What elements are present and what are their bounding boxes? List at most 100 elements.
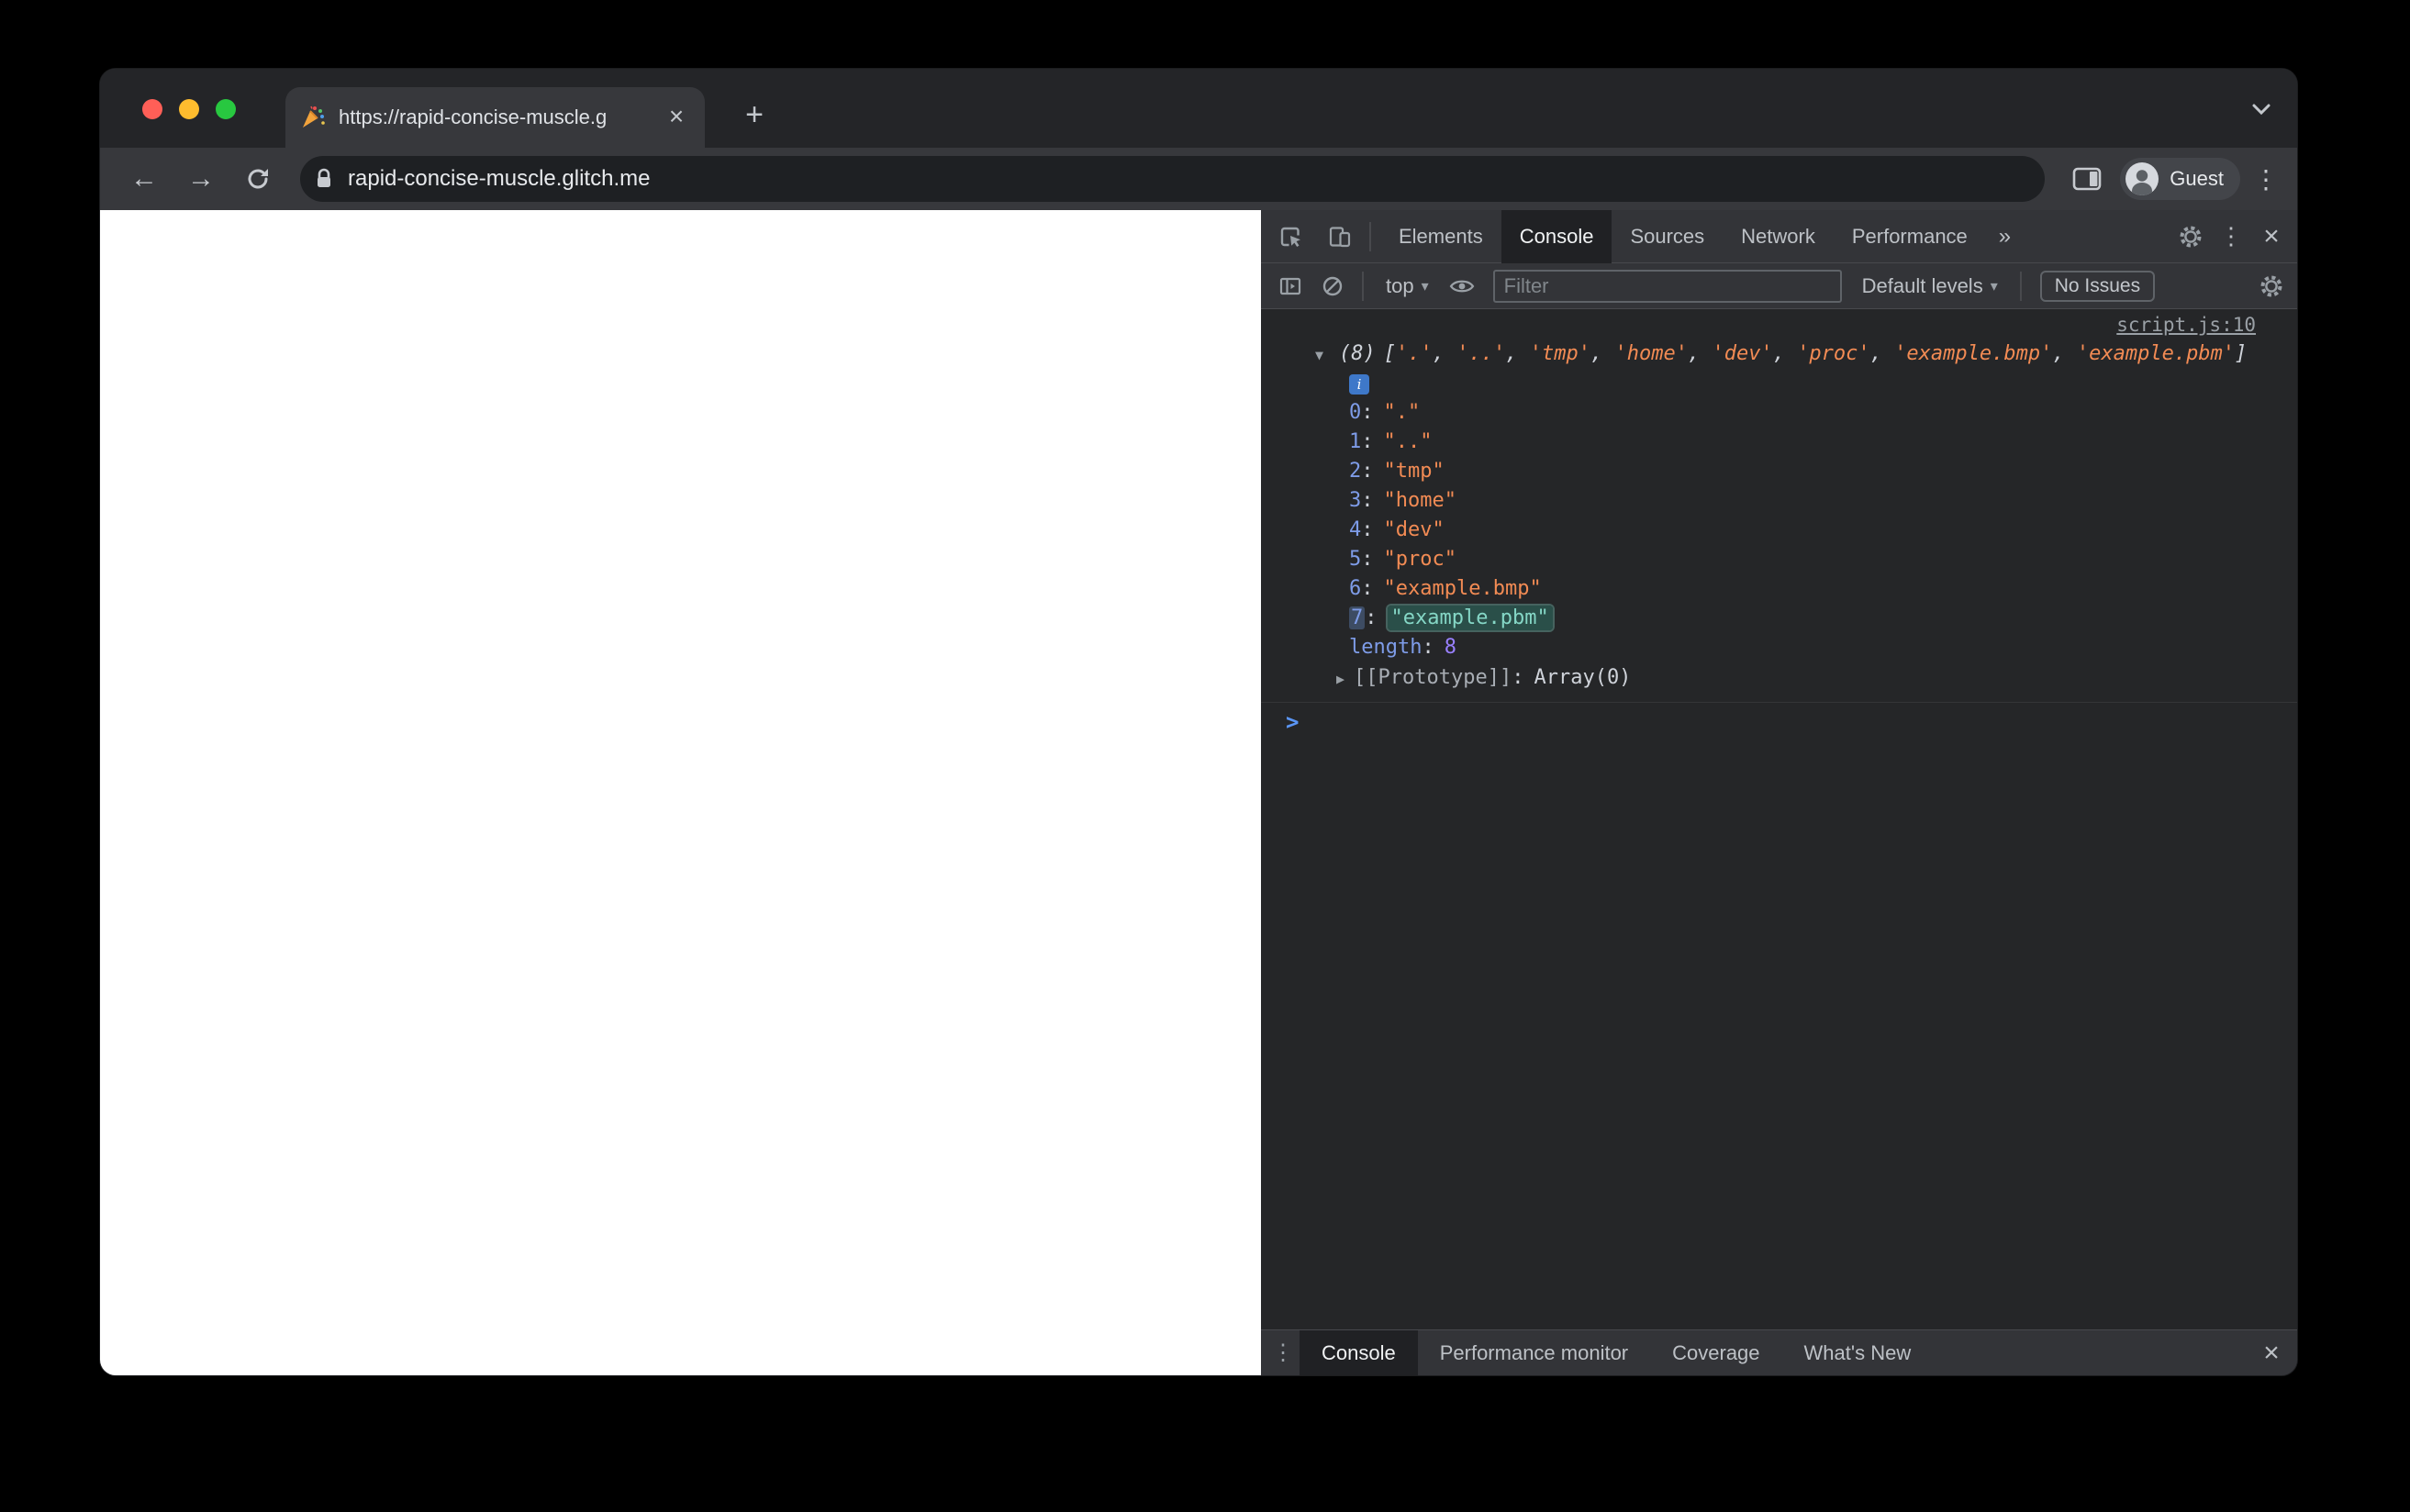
gear-icon (2180, 226, 2202, 247)
browser-menu-button[interactable]: ⋮ (2253, 164, 2279, 195)
prompt-chevron-icon: > (1286, 709, 1300, 735)
drawer-bar: ⋮ Console Performance monitor Coverage W… (1261, 1329, 2297, 1375)
drawer-close-button[interactable]: × (2251, 1333, 2292, 1373)
tab-close-button[interactable]: × (661, 102, 692, 133)
array-entry: 1: ".." (1349, 430, 1433, 453)
chevron-down-icon: ▾ (1990, 278, 1998, 295)
devtools-settings-button[interactable] (2170, 217, 2211, 257)
profile-label: Guest (2170, 167, 2224, 190)
entry-index: 7 (1349, 606, 1366, 629)
drawer-tab-coverage[interactable]: Coverage (1650, 1330, 1781, 1376)
window-controls (142, 99, 236, 119)
array-entry: 6: "example.bmp" (1349, 577, 1542, 600)
array-preview: (8) ['.', '..', 'tmp', 'home', 'dev', 'pr… (1339, 342, 2248, 365)
back-button[interactable]: ← (124, 159, 164, 199)
url-text: rapid-concise-muscle.glitch.me (348, 166, 651, 191)
entry-value: ".." (1383, 430, 1433, 453)
chevron-down-icon[interactable] (2251, 103, 2271, 116)
array-entry: 4: "dev" (1349, 518, 1445, 541)
array-entry: 3: "home" (1349, 489, 1456, 512)
device-toolbar-icon (1329, 226, 1351, 247)
entry-value-highlighted: "example.pbm" (1387, 606, 1553, 630)
minimize-window-button[interactable] (179, 99, 199, 119)
toolbar-right-controls: Guest ⋮ (2067, 158, 2279, 200)
address-bar[interactable]: rapid-concise-muscle.glitch.me (300, 156, 2046, 202)
entry-value: "example.bmp" (1383, 577, 1542, 600)
tab-elements[interactable]: Elements (1380, 210, 1501, 263)
clear-console-icon (1322, 276, 1343, 295)
array-length-row: length: 8 (1349, 636, 1456, 659)
tab-sources[interactable]: Sources (1612, 210, 1723, 263)
device-toolbar-button[interactable] (1320, 217, 1360, 257)
entry-index: 1 (1349, 430, 1362, 453)
close-window-button[interactable] (142, 99, 162, 119)
nav-buttons: ← → (124, 159, 278, 199)
array-entry: 2: "tmp" (1349, 460, 1445, 483)
log-levels-selector[interactable]: Default levels ▾ (1849, 274, 2011, 298)
console-sidebar-button[interactable] (1270, 266, 1311, 306)
divider (1369, 221, 1371, 251)
devtools-close-button[interactable]: × (2251, 217, 2292, 257)
browser-toolbar: ← → rapid-concise-muscle.glitch.me Guest… (100, 148, 2297, 210)
entry-index: 2 (1349, 460, 1362, 483)
length-value: 8 (1444, 636, 1456, 659)
entry-index: 5 (1349, 548, 1362, 571)
side-panel-icon (2072, 167, 2102, 191)
console-sidebar-icon (1279, 277, 1301, 295)
devtools-menu-button[interactable]: ⋮ (2211, 217, 2251, 257)
tab-network[interactable]: Network (1723, 210, 1834, 263)
entry-index: 3 (1349, 489, 1362, 512)
entry-index: 0 (1349, 401, 1362, 424)
entry-value: "tmp" (1383, 460, 1445, 483)
collapse-arrow-icon[interactable]: ▼ (1315, 339, 1339, 371)
context-selector[interactable]: top ▾ (1373, 274, 1442, 298)
fullscreen-window-button[interactable] (216, 99, 236, 119)
tab-console[interactable]: Console (1501, 209, 1612, 263)
filter-input[interactable] (1492, 269, 1842, 303)
eye-icon (1449, 280, 1474, 292)
profile-button[interactable]: Guest (2120, 158, 2240, 200)
drawer-tab-performance-monitor[interactable]: Performance monitor (1418, 1330, 1650, 1376)
console-settings-button[interactable] (2251, 266, 2292, 306)
guest-avatar-icon (2125, 162, 2159, 195)
inspect-element-button[interactable] (1270, 217, 1311, 257)
party-popper-icon (303, 106, 325, 128)
drawer-menu-button[interactable]: ⋮ (1266, 1340, 1300, 1366)
issues-badge[interactable]: No Issues (2039, 270, 2156, 302)
reload-button[interactable] (238, 159, 278, 199)
log-levels-label: Default levels (1861, 273, 1983, 297)
array-entry-highlighted: 7: "example.pbm" (1261, 604, 2297, 633)
console-prompt[interactable]: > (1261, 705, 2297, 739)
console-toolbar: top ▾ Default levels ▾ No Issues (1261, 263, 2297, 309)
context-selector-label: top (1386, 273, 1414, 297)
new-tab-button[interactable]: + (737, 98, 772, 133)
side-panel-button[interactable] (2067, 159, 2107, 199)
tab-strip: https://rapid-concise-muscle.g × + (100, 69, 2297, 148)
divider (1362, 271, 1364, 301)
entry-index: 6 (1349, 577, 1362, 600)
clear-console-button[interactable] (1312, 266, 1353, 306)
live-expression-button[interactable] (1442, 266, 1482, 306)
page-viewport[interactable] (100, 210, 1261, 1375)
window-content: Elements Console Sources Network Perform… (100, 209, 2297, 1375)
drawer-tab-whats-new[interactable]: What's New (1782, 1330, 1934, 1376)
divider (2019, 271, 2022, 301)
entry-value: "home" (1383, 489, 1456, 512)
array-entry: 5: "proc" (1349, 548, 1456, 571)
console-output: script.js:10 ▼ (8) ['.', '..', 'tmp', 'ho… (1261, 309, 2297, 1329)
lock-icon (318, 168, 330, 187)
source-link[interactable]: script.js:10 (2116, 313, 2256, 339)
more-tabs-button[interactable]: » (1986, 224, 2024, 250)
devtools-tab-bar: Elements Console Sources Network Perform… (1261, 209, 2297, 263)
reload-icon (248, 169, 268, 189)
chevron-down-icon: ▾ (1421, 278, 1429, 295)
tab-performance[interactable]: Performance (1834, 210, 1986, 263)
length-label: length (1349, 636, 1423, 659)
devtools-panel: Elements Console Sources Network Perform… (1261, 209, 2297, 1375)
entry-value: "dev" (1383, 518, 1445, 541)
tab-title: https://rapid-concise-muscle.g (339, 106, 608, 128)
expand-arrow-icon[interactable]: ▶ (1336, 671, 1344, 687)
browser-tab[interactable]: https://rapid-concise-muscle.g × (285, 87, 705, 148)
drawer-tab-console[interactable]: Console (1300, 1329, 1418, 1375)
forward-button[interactable]: → (181, 159, 221, 199)
